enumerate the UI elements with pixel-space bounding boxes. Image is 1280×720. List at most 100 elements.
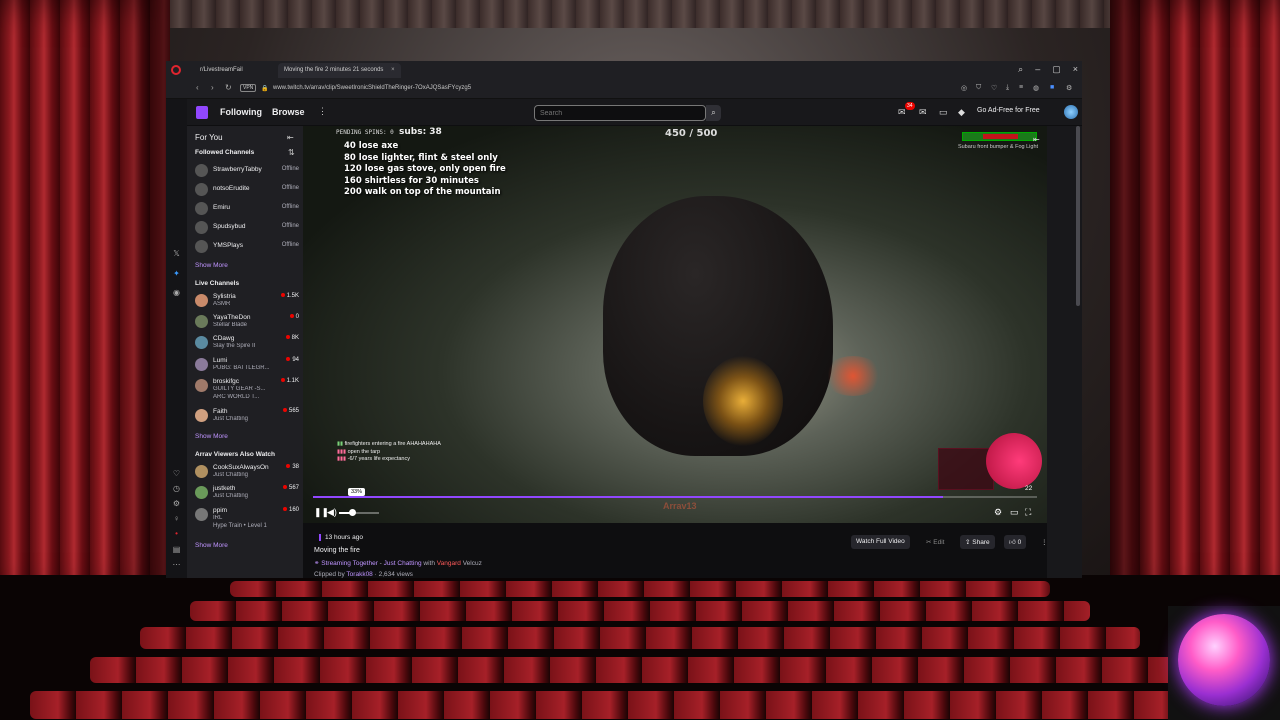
live-channel[interactable]: YayaTheDon Stellar Blade 0 (195, 313, 299, 331)
minimize-icon[interactable]: – (1035, 64, 1040, 75)
partner-link[interactable]: Velcuz (463, 560, 482, 567)
tab-livestreamfail[interactable]: r/LivestreamFail (194, 63, 249, 78)
history-icon[interactable]: ◷ (171, 484, 182, 495)
volume-icon[interactable]: ◀) (327, 507, 337, 518)
ad-free-button[interactable]: Go Ad-Free for Free (977, 107, 1040, 114)
tracker-bar (962, 132, 1037, 141)
show-more-live[interactable]: Show More (195, 433, 228, 440)
forward-icon[interactable]: › (211, 83, 214, 92)
search-box (534, 105, 706, 121)
heart-icon[interactable]: ♡ (991, 84, 997, 92)
whispers-icon[interactable]: ▭ (939, 107, 948, 118)
settings-icon[interactable]: ⚙ (171, 499, 182, 510)
x-icon[interactable]: 𝕏 (171, 249, 182, 260)
discord-icon[interactable]: ◉ (171, 288, 182, 299)
notification-badge: 34 (905, 102, 915, 110)
settings-icon[interactable]: ⚙ (994, 507, 1002, 518)
volume-slider[interactable] (339, 509, 379, 516)
followed-channel[interactable]: notsoErudite Offline (195, 181, 299, 199)
tab-label: Moving the fire (284, 67, 324, 73)
viewer-count: 38 (286, 464, 299, 470)
show-more-recommended[interactable]: Show More (195, 542, 228, 549)
extension-icon[interactable]: ■ (1050, 84, 1054, 91)
maximize-icon[interactable]: ▢ (1052, 64, 1061, 75)
channel-name: CDawg (213, 335, 235, 342)
url-text[interactable]: www.twitch.tv/arrav/clip/SweetIronicShie… (273, 85, 471, 91)
theater-background: r/LivestreamFail Moving the fire 2 minut… (0, 0, 1280, 720)
close-window-icon[interactable]: × (1073, 64, 1078, 75)
followed-channel[interactable]: YMSPlays Offline (195, 238, 299, 256)
menu-icon[interactable]: ≡ (1019, 84, 1023, 91)
search-tabs-icon[interactable]: ⌕ (1018, 64, 1023, 75)
clipped-by: Clipped by Torakk08 · 2,634 views (314, 571, 413, 578)
settings-icon[interactable]: ⚙ (1066, 84, 1072, 92)
partner-link[interactable]: Vangard (437, 560, 461, 567)
bluesky-icon[interactable]: ✦ (171, 269, 182, 280)
edit-button[interactable]: ✂ Edit (921, 535, 949, 549)
inbox-icon[interactable]: ✉ (919, 107, 927, 118)
twitch-logo-icon[interactable] (196, 106, 208, 119)
recommended-channel[interactable]: CookSuxAlwaysOn Just Chatting 38 (195, 463, 299, 481)
page-scrollbar[interactable] (1076, 126, 1080, 306)
share-button[interactable]: ⇪ Share (960, 535, 995, 549)
more-options-icon[interactable]: ⋮ (1036, 535, 1053, 549)
viewer-count-value: 8K (291, 335, 299, 341)
lightbulb-icon[interactable]: ♀ (171, 514, 182, 525)
category-link[interactable]: Just Chatting (384, 560, 422, 567)
like-button[interactable]: 👍︎ 0 (1004, 535, 1027, 549)
followed-channel[interactable]: StrawberryTabby Offline (195, 162, 299, 180)
browse-link[interactable]: Browse (272, 107, 305, 117)
viewer-count-value: 1.5K (286, 293, 299, 299)
tab-moving-the-fire[interactable]: Moving the fire 2 minutes 21 seconds × (278, 63, 401, 78)
vpn-badge[interactable]: VPN (240, 84, 257, 92)
also-watch-heading: Arrav Viewers Also Watch (195, 451, 275, 458)
collapse-chat-icon[interactable]: ⇤ (1033, 135, 1040, 144)
chat-user: ▮▮▮ (337, 456, 348, 462)
collapse-sidebar-icon[interactable]: ⇤ (287, 133, 294, 142)
viewer-count: 8K (285, 335, 299, 341)
live-channel[interactable]: Lumi PUBG: BATTLEGR... 94 (195, 356, 299, 374)
close-tab-icon[interactable]: × (391, 67, 395, 73)
streaming-together-link[interactable]: ⚭ Streaming Together (314, 560, 378, 567)
panel-icon[interactable]: ▤ (171, 545, 182, 556)
shield-icon[interactable]: ⛉ (976, 84, 981, 92)
more-icon[interactable]: ⋯ (171, 560, 182, 571)
followed-channel[interactable]: Spudsybud Offline (195, 219, 299, 237)
reload-icon[interactable]: ↻ (225, 83, 232, 92)
show-more-followed[interactable]: Show More (195, 262, 228, 269)
tracker-fill (983, 134, 1018, 139)
opera-logo-icon[interactable] (171, 65, 181, 75)
followed-channel[interactable]: Emiru Offline (195, 200, 299, 218)
live-channel[interactable]: Faith Just Chatting 565 (195, 407, 299, 425)
live-dot-icon (282, 408, 287, 413)
sort-icon[interactable]: ⇅ (288, 148, 295, 157)
video-player[interactable]: PENDING SPINS: 0 subs: 38 450 / 500 40 l… (303, 126, 1047, 523)
viewer-count: 1.5K (280, 293, 299, 299)
back-icon[interactable]: ‹ (196, 83, 199, 92)
following-link[interactable]: Following (220, 107, 262, 117)
camera-icon[interactable]: ◎ (961, 84, 967, 92)
recommended-channel[interactable]: justketh Just Chatting 567 (195, 484, 299, 502)
profile-icon[interactable]: ◍ (1033, 84, 1039, 92)
clipper-link[interactable]: Torakk08 (346, 571, 372, 578)
watch-full-video-button[interactable]: Watch Full Video (851, 535, 910, 549)
download-icon[interactable]: ⤓ (1006, 84, 1009, 92)
live-channel[interactable]: CDawg Slay the Spire II 8K (195, 334, 299, 352)
record-icon[interactable]: • (171, 529, 182, 540)
search-button[interactable]: ⌕ (706, 105, 721, 121)
seek-bar[interactable] (313, 496, 1037, 498)
notifications-icon[interactable]: ✉ (898, 107, 906, 118)
fullscreen-icon[interactable]: ⛶ (1025, 507, 1031, 518)
more-menu-icon[interactable]: ⋮ (318, 106, 327, 117)
live-channel[interactable]: Sylistria ASMR 1.5K (195, 292, 299, 310)
viewer-count: 1.1K (280, 378, 299, 384)
crown-icon[interactable]: ◆ (958, 107, 965, 118)
volume-knob[interactable] (349, 509, 357, 516)
user-avatar[interactable] (1064, 105, 1078, 119)
search-input[interactable] (535, 106, 705, 120)
video-light (703, 356, 783, 446)
heart-icon[interactable]: ♡ (171, 469, 182, 480)
live-channel[interactable]: broskifgc GUILTY GEAR -S... ARC WORLD T...… (195, 377, 299, 403)
theater-mode-icon[interactable]: ▭ (1010, 507, 1019, 518)
recommended-channel[interactable]: ppim IRL Hype Train • Level 1 160 (195, 506, 299, 532)
